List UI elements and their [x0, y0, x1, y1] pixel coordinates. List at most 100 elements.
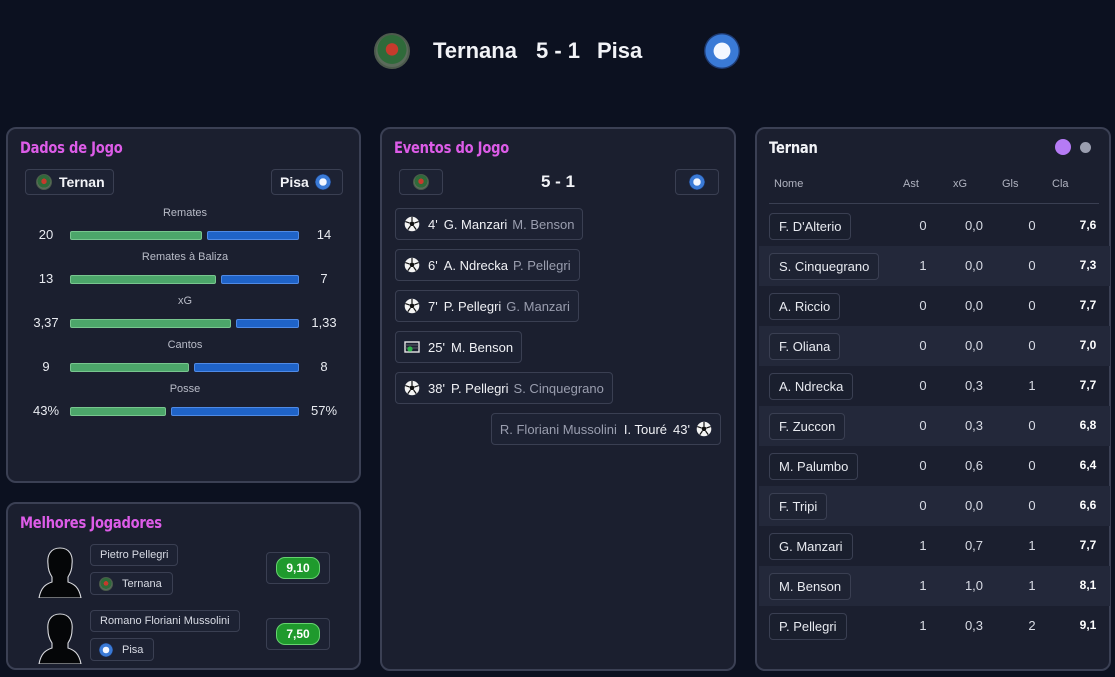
event-row[interactable]: 7' P. Pellegri G. Manzari [395, 290, 579, 322]
cell-rating: 7,0 [1079, 338, 1097, 352]
match-events-panel: Eventos do Jogo 5 - 1 4' G. Manzari M. Ben… [380, 127, 736, 671]
event-minute: 6' [428, 257, 438, 273]
event-row[interactable]: 4' G. Manzari M. Benson [395, 208, 584, 240]
pisa-crest-icon [704, 33, 741, 69]
event-assist: P. Pellegri [513, 257, 571, 273]
event-player: P. Pellegri [443, 298, 502, 314]
table-row[interactable]: M. Palumbo 0 0,6 0 6,4 [759, 446, 1110, 486]
column-header-xg[interactable]: xG [953, 178, 967, 190]
player-name-chip[interactable]: A. Riccio [769, 293, 841, 320]
event-row[interactable]: 6' A. Ndrecka P. Pellegri [395, 249, 580, 281]
cell-gls: 0 [1028, 338, 1036, 353]
cell-gls: 0 [1028, 498, 1036, 513]
panel-title: Melhores Jogadores [20, 513, 162, 532]
player-name-chip[interactable]: G. Manzari [769, 533, 853, 560]
panel-title: Eventos do Jogo [394, 138, 510, 157]
away-team-chip[interactable]: Pisa [271, 169, 343, 195]
player-name-chip[interactable]: F. Zuccon [769, 413, 846, 440]
cell-rating: 7,7 [1079, 298, 1097, 312]
table-row[interactable]: P. Pellegri 1 0,3 2 9,1 [759, 606, 1110, 646]
home-team-name: Ternana [433, 38, 517, 63]
cell-ast: 1 [919, 618, 927, 633]
event-assist: M. Benson [512, 216, 575, 232]
player-name-chip[interactable]: M. Palumbo [769, 453, 859, 480]
cell-rating: 7,7 [1079, 538, 1097, 552]
cell-rating: 6,4 [1079, 458, 1097, 472]
player-name: F. D'Alterio [779, 219, 842, 234]
table-row[interactable]: M. Benson 1 1,0 1 8,1 [759, 566, 1110, 606]
event-minute: 25' [428, 339, 445, 355]
cell-gls: 1 [1028, 578, 1036, 593]
player-name: F. Oliana [779, 339, 831, 354]
cell-gls: 0 [1028, 418, 1036, 433]
away-stat-bar [221, 275, 299, 284]
player-name: A. Riccio [779, 299, 831, 314]
cell-xg: 0,3 [964, 378, 984, 393]
stat-label: Remates à Baliza [141, 251, 229, 263]
event-minute: 43' [673, 421, 690, 437]
cell-ast: 0 [919, 498, 927, 513]
player-name: G. Manzari [779, 539, 843, 554]
event-row[interactable]: R. Floriani Mussolini I. Touré 43' [490, 413, 721, 445]
event-row[interactable]: 38' P. Pellegri S. Cinquegrano [395, 372, 613, 404]
column-header-ast[interactable]: Ast [903, 178, 919, 190]
stat-label: Posse [169, 383, 201, 395]
table-row[interactable]: A. Riccio 0 0,0 0 7,7 [759, 286, 1110, 326]
column-header-gls[interactable]: Gls [1002, 178, 1019, 190]
stat-bar [70, 363, 299, 372]
cell-xg: 0,6 [964, 458, 984, 473]
event-minute: 7' [428, 298, 438, 314]
panel-title: Dados de Jogo [20, 138, 123, 157]
player-name-chip[interactable]: F. Tripi [769, 493, 828, 520]
stat-home-value: 43% [32, 403, 60, 418]
player-name-chip[interactable]: F. Oliana [769, 333, 841, 360]
away-team-filter[interactable] [675, 169, 719, 195]
best-player-name-chip[interactable]: Pietro Pellegri [90, 544, 179, 566]
cell-rating: 7,6 [1079, 218, 1097, 232]
table-row[interactable]: F. Oliana 0 0,0 0 7,0 [759, 326, 1110, 366]
player-name-chip[interactable]: S. Cinquegrano [769, 253, 880, 280]
table-row[interactable]: F. Tripi 0 0,0 0 6,6 [759, 486, 1110, 526]
stat-away-value: 57% [310, 403, 338, 418]
best-player-name-chip[interactable]: Romano Floriani Mussolini [90, 610, 240, 632]
cell-gls: 1 [1028, 538, 1036, 553]
table-row[interactable]: S. Cinquegrano 1 0,0 0 7,3 [759, 246, 1110, 286]
home-team-chip-label: Ternan [59, 174, 105, 190]
cell-gls: 2 [1028, 618, 1036, 633]
cell-rating: 9,1 [1079, 618, 1097, 632]
cell-xg: 0,0 [964, 498, 984, 513]
table-row[interactable]: F. Zuccon 0 0,3 0 6,8 [759, 406, 1110, 446]
event-assist: R. Floriani Mussolini [499, 421, 617, 437]
cell-xg: 0,0 [964, 298, 984, 313]
event-assist: G. Manzari [506, 298, 570, 314]
pisa-crest-icon [314, 174, 331, 190]
team-toggle-dot-active[interactable] [1055, 139, 1071, 155]
player-name: M. Palumbo [779, 459, 849, 474]
column-header-name[interactable]: Nome [774, 178, 803, 190]
home-team-chip[interactable]: Ternan [25, 169, 114, 195]
column-header-cla[interactable]: Cla [1052, 178, 1069, 190]
best-player-team-chip[interactable]: Pisa [90, 638, 155, 661]
best-players-panel: Melhores Jogadores Pietro Pellegri Ternan… [6, 502, 361, 670]
stat-label: Remates [162, 207, 208, 219]
player-name-chip[interactable]: P. Pellegri [769, 613, 847, 640]
cell-ast: 0 [919, 338, 927, 353]
stat-bar [70, 275, 299, 284]
player-name: A. Ndrecka [779, 379, 844, 394]
cell-gls: 0 [1028, 218, 1036, 233]
player-name-chip[interactable]: A. Ndrecka [769, 373, 854, 400]
best-player-rating: 7,50 [266, 618, 330, 650]
soccer-ball-icon [404, 298, 420, 314]
table-row[interactable]: F. D'Alterio 0 0,0 0 7,6 [759, 206, 1110, 246]
event-row[interactable]: 25' M. Benson [395, 331, 523, 363]
best-player-team-chip[interactable]: Ternana [90, 572, 173, 595]
team-toggle-dot-inactive[interactable] [1080, 142, 1091, 153]
penalty-goal-icon [404, 339, 420, 355]
player-name-chip[interactable]: M. Benson [769, 573, 852, 600]
player-avatar [38, 544, 82, 599]
table-row[interactable]: G. Manzari 1 0,7 1 7,7 [759, 526, 1110, 566]
player-name-chip[interactable]: F. D'Alterio [769, 213, 852, 240]
table-row[interactable]: A. Ndrecka 0 0,3 1 7,7 [759, 366, 1110, 406]
lineup-panel: Ternan Nome Ast xG Gls Cla F. D'Alterio 0… [755, 127, 1111, 671]
cell-ast: 0 [919, 418, 927, 433]
